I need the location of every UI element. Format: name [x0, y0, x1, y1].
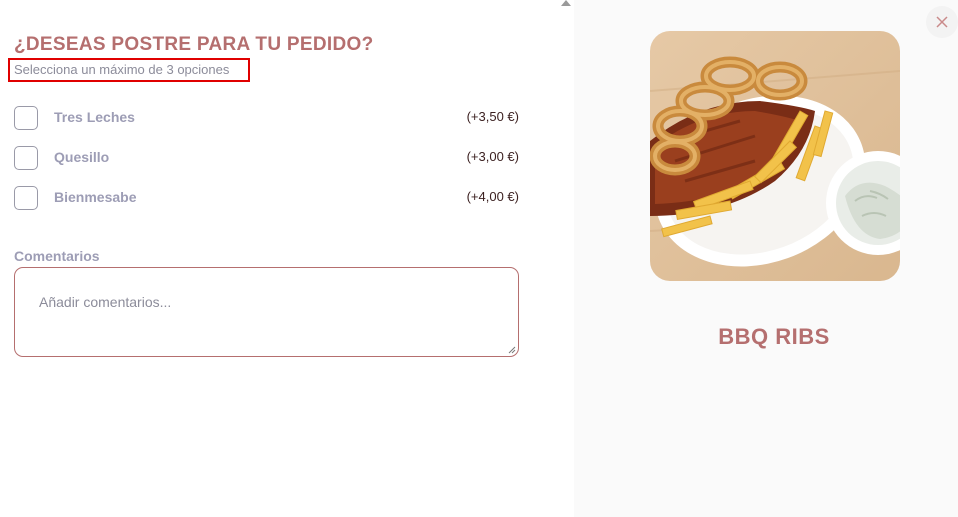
options-title: ¿DESEAS POSTRE PARA TU PEDIDO? [14, 34, 374, 55]
option-checkbox[interactable] [14, 186, 38, 210]
option-label: Tres Leches [54, 109, 135, 125]
resize-grip-icon[interactable] [508, 346, 516, 354]
close-button[interactable] [926, 6, 958, 38]
option-row-quesillo[interactable]: Quesillo (+3,00 €) [14, 146, 519, 170]
option-label: Bienmesabe [54, 189, 137, 205]
options-panel: ¿DESEAS POSTRE PARA TU PEDIDO? Seleccion… [0, 0, 574, 517]
option-price: (+3,50 €) [466, 109, 519, 124]
comments-label: Comentarios [14, 248, 100, 264]
product-name: BBQ RIBS [718, 324, 830, 349]
option-checkbox[interactable] [14, 106, 38, 130]
option-price: (+3,00 €) [466, 149, 519, 164]
comments-placeholder: Añadir comentarios... [39, 294, 172, 310]
option-checkbox[interactable] [14, 146, 38, 170]
option-row-tres-leches[interactable]: Tres Leches (+3,50 €) [14, 106, 519, 130]
option-label: Quesillo [54, 149, 110, 165]
option-row-bienmesabe[interactable]: Bienmesabe (+4,00 €) [14, 186, 519, 210]
bbq-ribs-plate-photo [650, 31, 900, 281]
close-icon [936, 16, 948, 28]
options-subtitle: Selecciona un máximo de 3 opciones [14, 62, 230, 77]
comments-textarea[interactable]: Añadir comentarios... [14, 267, 519, 357]
scroll-up-arrow-icon[interactable] [561, 0, 571, 6]
product-image [650, 31, 900, 281]
option-price: (+4,00 €) [466, 189, 519, 204]
